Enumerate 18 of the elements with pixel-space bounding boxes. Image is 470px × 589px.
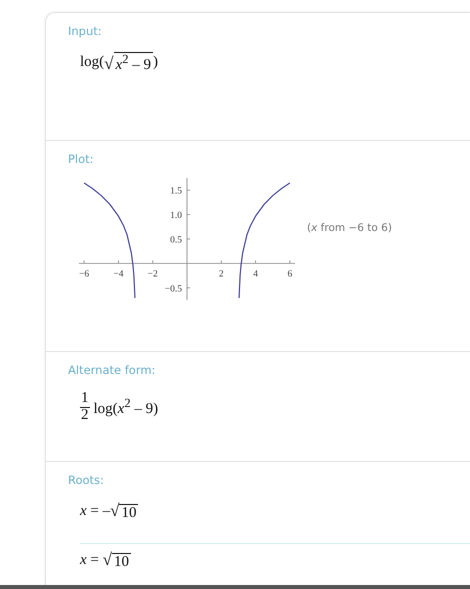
tick-label: −0.5 — [164, 284, 182, 294]
pod-title: Plot: — [68, 152, 94, 166]
formula: x = √10 — [80, 550, 131, 570]
tick-label: 0.5 — [170, 236, 182, 246]
tick-label: −2 — [148, 269, 158, 280]
formula: log(√x$^{2}$ – 9) — [80, 52, 158, 74]
tick-label: 1.5 — [170, 186, 182, 197]
tick-label: 1.0 — [170, 211, 182, 222]
formula: x = –√10 — [80, 501, 138, 521]
tick-label: −4 — [113, 269, 124, 280]
tick-label: 4 — [253, 269, 258, 280]
plot-range-note: (x from −6 to 6) — [307, 222, 392, 234]
tick-label: 2 — [218, 269, 224, 280]
tick-label: 6 — [287, 269, 292, 280]
pod-title: Roots: — [68, 473, 104, 487]
pod-title: Input: — [68, 24, 102, 38]
tick-label: −6 — [79, 269, 90, 280]
pod-title: Alternate form: — [68, 363, 156, 377]
